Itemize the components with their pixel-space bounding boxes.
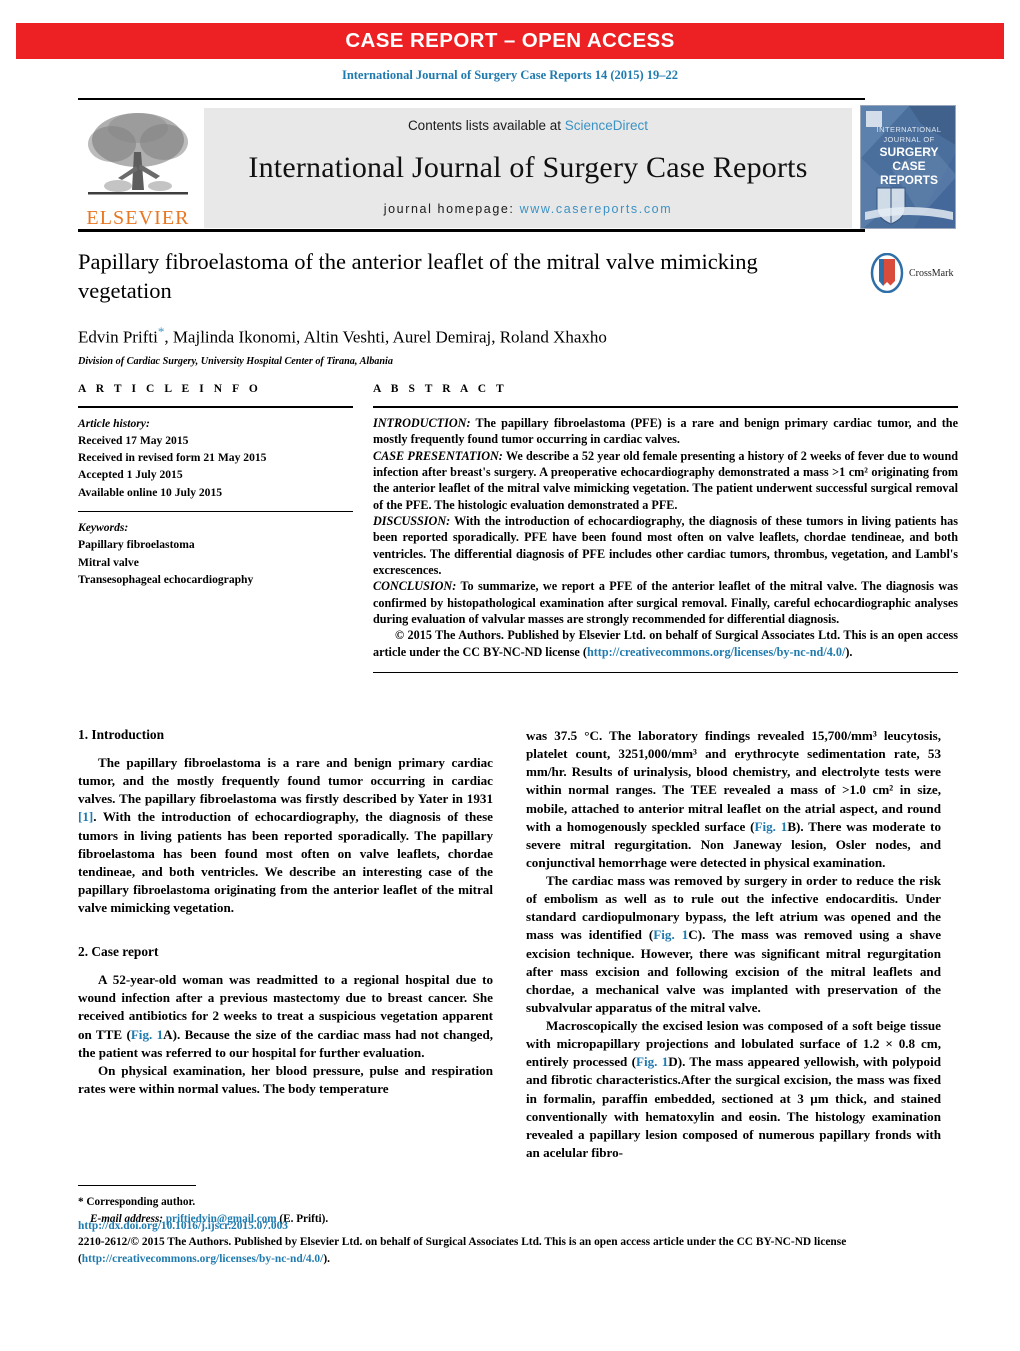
footer-cc-license-link[interactable]: http://creativecommons.org/licenses/by-n… bbox=[82, 1253, 324, 1265]
paragraph-labs: was 37.5 °C. The laboratory findings rev… bbox=[526, 727, 941, 872]
journal-masthead: ELSEVIER Contents lists available at Sci… bbox=[78, 98, 958, 232]
keywords-rule bbox=[78, 510, 353, 513]
paragraph-text: D). The mass appeared yellowish, with po… bbox=[526, 1054, 941, 1160]
journal-title: International Journal of Surgery Case Re… bbox=[248, 150, 808, 184]
author-primary: Edvin Prifti bbox=[78, 327, 158, 347]
abstract-section: CASE PRESENTATION: We describe a 52 year… bbox=[373, 448, 958, 513]
open-access-banner: CASE REPORT – OPEN ACCESS bbox=[16, 23, 1004, 59]
contents-lists-prefix: Contents lists available at bbox=[407, 118, 565, 133]
abstract-section-label: DISCUSSION: bbox=[373, 514, 451, 529]
figure-link-1d[interactable]: Fig. 1 bbox=[636, 1054, 668, 1069]
paragraph-case-1: A 52-year-old woman was readmitted to a … bbox=[78, 971, 493, 1062]
copyright-tail: ). bbox=[845, 644, 853, 659]
paragraph-surgery: The cardiac mass was removed by surgery … bbox=[526, 872, 941, 1017]
abstract-section: DISCUSSION: With the introduction of ech… bbox=[373, 513, 958, 578]
license-statement: 2210-2612/© 2015 The Authors. Published … bbox=[78, 1234, 958, 1267]
svg-text:SURGERY: SURGERY bbox=[880, 145, 939, 159]
crossmark-label: CrossMark bbox=[909, 267, 954, 279]
abstract-copyright: © 2015 The Authors. Published by Elsevie… bbox=[373, 627, 958, 660]
homepage-link[interactable]: www.casereports.com bbox=[520, 202, 673, 216]
license-tail: ). bbox=[323, 1252, 330, 1265]
masthead-bottom-rule bbox=[78, 229, 865, 232]
abstract-section-label: CASE PRESENTATION: bbox=[373, 448, 503, 463]
article-history-label: Article history: bbox=[78, 417, 150, 430]
contents-lists-line: Contents lists available at ScienceDirec… bbox=[408, 118, 648, 133]
footnote-rule bbox=[78, 1185, 196, 1187]
history-accepted: Accepted 1 July 2015 bbox=[78, 468, 183, 482]
paragraph-introduction: The papillary fibroelastoma is a rare an… bbox=[78, 754, 493, 917]
abstract-section: CONCLUSION: To summarize, we report a PF… bbox=[373, 578, 958, 627]
section-heading-introduction: 1. Introduction bbox=[78, 727, 165, 742]
sciencedirect-block: Contents lists available at ScienceDirec… bbox=[204, 108, 852, 228]
footnote-corresponding: * Corresponding author. bbox=[78, 1196, 196, 1209]
svg-text:JOURNAL OF: JOURNAL OF bbox=[883, 135, 934, 144]
article-info-heading: A R T I C L E I N F O bbox=[78, 383, 262, 395]
crossmark-badge[interactable]: CrossMark bbox=[870, 250, 958, 296]
figure-link-1b[interactable]: Fig. 1 bbox=[754, 819, 787, 834]
paragraph-pathology: Macroscopically the excised lesion was c… bbox=[526, 1017, 941, 1162]
author-affiliation: Division of Cardiac Surgery, University … bbox=[78, 356, 393, 368]
journal-cover-thumbnail: INTERNATIONAL JOURNAL OF SURGERY CASE RE… bbox=[860, 105, 956, 229]
masthead-top-rule bbox=[78, 98, 865, 100]
elsevier-logo: ELSEVIER bbox=[78, 106, 198, 228]
article-info-rule bbox=[78, 406, 353, 408]
body-column-left: 1. Introduction The papillary fibroelast… bbox=[78, 727, 493, 1098]
history-received: Received 17 May 2015 bbox=[78, 434, 189, 448]
author-rest: , Majlinda Ikonomi, Altin Veshti, Aurel … bbox=[164, 327, 607, 347]
elsevier-wordmark: ELSEVIER bbox=[86, 207, 190, 229]
page-footer: http://dx.doi.org/10.1016/j.ijscr.2015.0… bbox=[78, 1220, 958, 1267]
article-header: Papillary fibroelastoma of the anterior … bbox=[78, 248, 958, 367]
abstract-column: A B S T R A C T INTRODUCTION: The papill… bbox=[373, 383, 958, 674]
abstract-end-rule bbox=[373, 672, 958, 674]
banner-label: CASE REPORT – OPEN ACCESS bbox=[345, 29, 675, 52]
article-history-block: Article history: Received 17 May 2015 Re… bbox=[78, 415, 353, 501]
history-online: Available online 10 July 2015 bbox=[78, 485, 223, 499]
keywords-block: Keywords: Papillary fibroelastoma Mitral… bbox=[78, 519, 353, 588]
cc-license-link[interactable]: http://creativecommons.org/licenses/by-n… bbox=[587, 645, 845, 659]
svg-text:INTERNATIONAL: INTERNATIONAL bbox=[877, 125, 942, 134]
crossmark-icon bbox=[870, 253, 904, 293]
keyword-item: Transesophageal echocardiography bbox=[78, 572, 254, 586]
abstract-section-text: With the introduction of echocardiograph… bbox=[373, 514, 958, 578]
keywords-label: Keywords: bbox=[78, 521, 129, 535]
reference-link-1[interactable]: [1] bbox=[78, 809, 93, 824]
figure-link-1c[interactable]: Fig. 1 bbox=[653, 927, 688, 942]
elsevier-tree-icon bbox=[88, 113, 188, 195]
keyword-item: Mitral valve bbox=[78, 555, 139, 569]
journal-homepage-line: journal homepage: www.casereports.com bbox=[384, 202, 673, 216]
paragraph-case-2: On physical examination, her blood press… bbox=[78, 1062, 493, 1096]
homepage-prefix: journal homepage: bbox=[383, 202, 520, 216]
page-title: Papillary fibroelastoma of the anterior … bbox=[78, 249, 758, 303]
keyword-item: Papillary fibroelastoma bbox=[78, 538, 195, 552]
abstract-section-label: INTRODUCTION: bbox=[373, 416, 471, 430]
doi-link[interactable]: http://dx.doi.org/10.1016/j.ijscr.2015.0… bbox=[78, 1220, 958, 1232]
abstract-body: INTRODUCTION: The papillary fibroelastom… bbox=[373, 415, 958, 660]
section-heading-case-report: 2. Case report bbox=[78, 944, 159, 960]
journal-cover-art: INTERNATIONAL JOURNAL OF SURGERY CASE RE… bbox=[861, 106, 955, 228]
abstract-rule bbox=[373, 406, 958, 408]
history-revised: Received in revised form 21 May 2015 bbox=[78, 451, 267, 465]
author-list: Edvin Prifti*, Majlinda Ikonomi, Altin V… bbox=[78, 324, 958, 348]
abstract-section: INTRODUCTION: The papillary fibroelastom… bbox=[373, 415, 958, 448]
abstract-heading: A B S T R A C T bbox=[373, 383, 508, 395]
figure-link-1a[interactable]: Fig. 1 bbox=[131, 1027, 163, 1042]
article-info-column: A R T I C L E I N F O Article history: R… bbox=[78, 383, 353, 588]
journal-citation-line: International Journal of Surgery Case Re… bbox=[341, 68, 679, 82]
abstract-section-label: CONCLUSION: bbox=[373, 579, 457, 594]
body-column-right: was 37.5 °C. The laboratory findings rev… bbox=[526, 727, 941, 1162]
sciencedirect-link[interactable]: ScienceDirect bbox=[565, 118, 648, 133]
abstract-section-text: To summarize, we report a PFE of the ant… bbox=[373, 579, 958, 627]
paragraph-text: The papillary fibroelastoma is a rare an… bbox=[78, 755, 493, 807]
svg-text:REPORTS: REPORTS bbox=[880, 173, 938, 187]
svg-text:CASE: CASE bbox=[892, 159, 925, 173]
paragraph-text: . With the introduction of echocardiogra… bbox=[78, 809, 493, 915]
